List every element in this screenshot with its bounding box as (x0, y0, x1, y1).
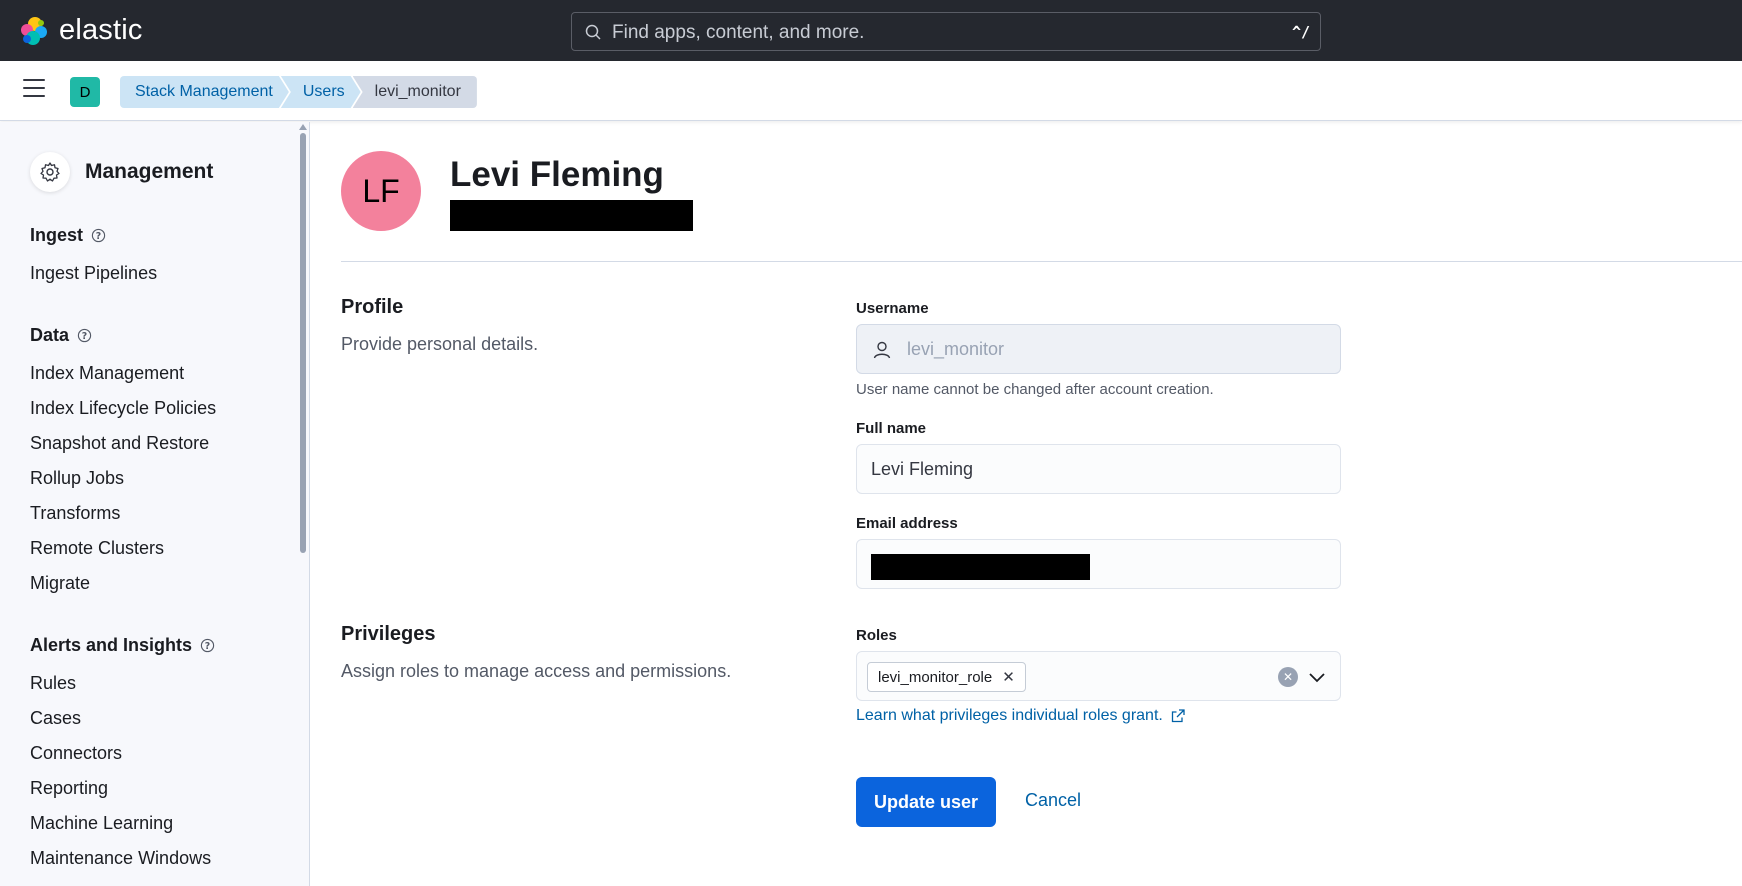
sidebar-group-data: Data ? (30, 325, 92, 346)
svg-text:?: ? (82, 331, 87, 342)
privileges-section-description: Assign roles to manage access and permis… (341, 661, 732, 681)
search-placeholder: Find apps, content, and more. (612, 22, 865, 43)
sidebar-item-connectors[interactable]: Connectors (30, 743, 122, 764)
sidebar-header: Management (30, 152, 213, 192)
sidebar-item-migrate[interactable]: Migrate (30, 573, 90, 594)
page-title: Levi Fleming (450, 155, 664, 194)
svg-text:?: ? (205, 641, 210, 652)
sidebar-group-label: Alerts and Insights (30, 635, 193, 655)
sidebar-group-alerts-and-insights: Alerts and Insights ? (30, 635, 215, 656)
external-link-icon (1171, 709, 1185, 723)
clear-icon[interactable]: ✕ (1278, 667, 1298, 687)
sidebar-group-ingest: Ingest ? (30, 225, 106, 246)
breadcrumb-users[interactable]: Users (281, 76, 361, 108)
sidebar-item-reporting[interactable]: Reporting (30, 778, 108, 799)
sidebar-scrollbar[interactable] (300, 133, 306, 553)
roles-combobox[interactable]: levi_monitor_role ✕ ✕ (856, 651, 1341, 701)
fullname-field[interactable]: Levi Fleming (856, 444, 1341, 494)
cancel-button[interactable]: Cancel (1025, 790, 1081, 811)
username-help-text: User name cannot be changed after accoun… (856, 381, 1214, 398)
global-search-input[interactable]: Find apps, content, and more. ^/ (571, 12, 1321, 51)
divider (341, 261, 1742, 262)
sidebar-group-label: Data (30, 325, 70, 345)
roles-label: Roles (856, 627, 897, 644)
redacted-email (450, 200, 693, 231)
role-chip: levi_monitor_role ✕ (867, 662, 1026, 692)
sidebar-item-rollup-jobs[interactable]: Rollup Jobs (30, 468, 124, 489)
sidebar-item-transforms[interactable]: Transforms (30, 503, 120, 524)
elastic-logo[interactable]: elastic (18, 14, 143, 47)
role-chip-label: levi_monitor_role (878, 668, 993, 686)
sidebar-item-rules[interactable]: Rules (30, 673, 76, 694)
breadcrumb-current-user: levi_monitor (352, 76, 477, 108)
sidebar-group-label: Ingest (30, 225, 84, 245)
sidebar-item-machine-learning[interactable]: Machine Learning (30, 813, 173, 834)
sidebar-item-maintenance-windows[interactable]: Maintenance Windows (30, 848, 211, 869)
privileges-section-title: Privileges (341, 623, 436, 645)
sidebar-title: Management (85, 160, 214, 183)
scroll-up-arrow-icon[interactable] (299, 124, 307, 130)
username-value: levi_monitor (907, 339, 1005, 359)
search-shortcut-hint: ^/ (1291, 23, 1310, 41)
sidebar-item-cases[interactable]: Cases (30, 708, 81, 729)
search-icon (585, 24, 601, 40)
question-icon[interactable]: ? (200, 638, 215, 653)
sidebar-item-index-management[interactable]: Index Management (30, 363, 184, 384)
question-icon[interactable]: ? (77, 328, 92, 343)
breadcrumb-stack-management[interactable]: Stack Management (120, 76, 289, 108)
profile-section-title: Profile (341, 296, 404, 318)
user-icon (873, 341, 891, 359)
username-label: Username (856, 300, 929, 317)
space-selector[interactable]: D (70, 77, 100, 107)
chevron-down-icon[interactable] (1307, 667, 1327, 687)
learn-roles-link[interactable]: Learn what privileges individual roles g… (856, 707, 1185, 725)
top-header: elastic Find apps, content, and more. ^/ (0, 0, 1742, 61)
sidebar-item-ingest-pipelines[interactable]: Ingest Pipelines (30, 263, 157, 284)
sidebar-item-index-lifecycle-policies[interactable]: Index Lifecycle Policies (30, 398, 216, 419)
svg-text:?: ? (96, 231, 101, 242)
fullname-value: Levi Fleming (871, 459, 974, 479)
username-field[interactable]: levi_monitor (856, 324, 1341, 374)
elastic-logo-icon (21, 16, 47, 45)
profile-section-description: Provide personal details. (341, 334, 539, 354)
sidebar-item-snapshot-and-restore[interactable]: Snapshot and Restore (30, 433, 209, 454)
hamburger-menu-icon[interactable] (23, 79, 45, 101)
learn-roles-link-text: Learn what privileges individual roles g… (856, 707, 1163, 724)
question-icon[interactable]: ? (91, 228, 106, 243)
remove-role-icon[interactable]: ✕ (1002, 668, 1015, 686)
sidebar-item-remote-clusters[interactable]: Remote Clusters (30, 538, 164, 559)
fullname-label: Full name (856, 420, 927, 437)
breadcrumb: Stack Management Users levi_monitor (120, 76, 477, 108)
redacted-email-value (871, 554, 1090, 580)
avatar: LF (341, 151, 421, 231)
management-sidebar: Management Ingest ? Ingest Pipelines Dat… (0, 122, 310, 886)
update-user-button[interactable]: Update user (856, 777, 996, 827)
breadcrumb-bar: D Stack Management Users levi_monitor (0, 61, 1742, 121)
email-label: Email address (856, 515, 958, 532)
gear-icon (30, 152, 70, 192)
email-field[interactable] (856, 539, 1341, 589)
logo-text: elastic (59, 14, 143, 46)
